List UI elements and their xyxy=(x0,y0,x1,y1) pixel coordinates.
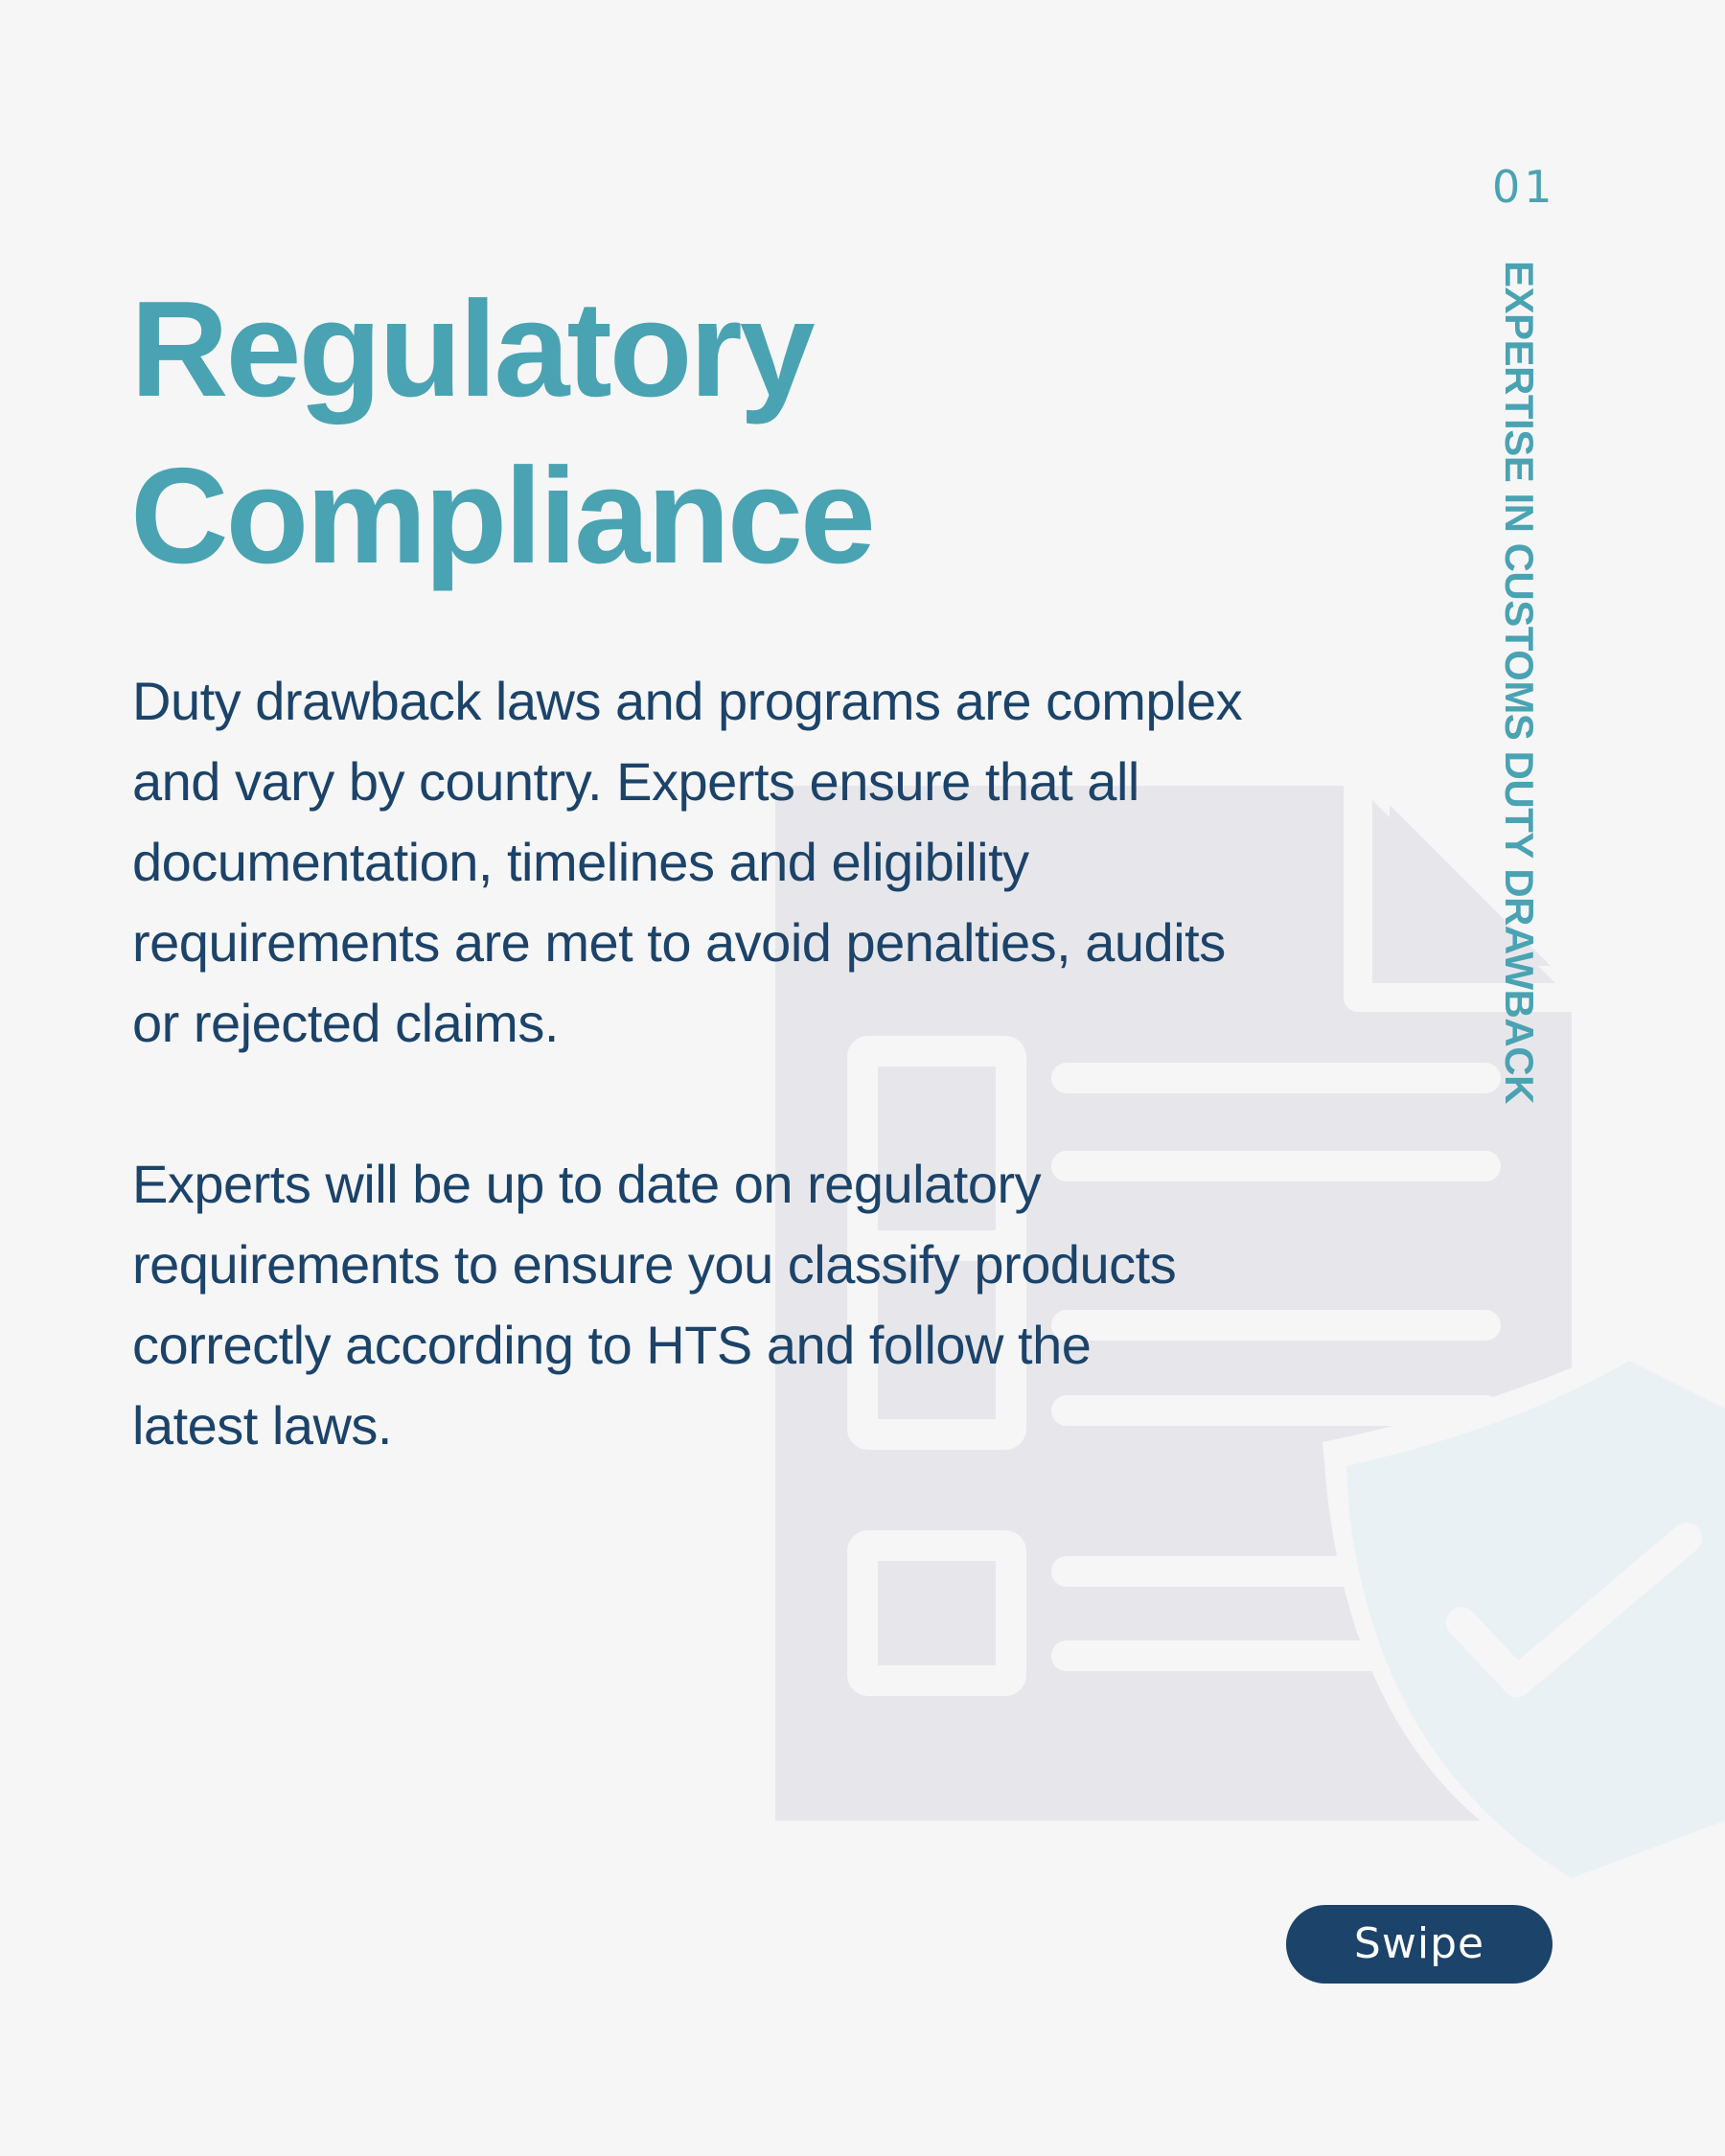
vertical-section-label: EXPERTISE IN CUSTOMS DUTY DRAWBACK xyxy=(1497,261,1542,1104)
paragraph-line: correctly according to HTS and follow th… xyxy=(132,1315,1092,1375)
swipe-button[interactable]: Swipe xyxy=(1286,1905,1552,1984)
paragraph-line: latest laws. xyxy=(132,1395,393,1456)
paragraph-line: requirements are met to avoid penalties,… xyxy=(132,912,1226,973)
paragraph-line: documentation, timelines and eligibility xyxy=(132,832,1029,892)
paragraph-line: or rejected claims. xyxy=(132,993,559,1053)
paragraph-line: and vary by country. Experts ensure that… xyxy=(132,751,1139,812)
paragraph-line: Experts will be up to date on regulatory xyxy=(132,1154,1042,1214)
paragraph-regulatory: Experts will be up to date on regulatory… xyxy=(132,1144,1378,1466)
paragraph-duty-drawback: Duty drawback laws and programs are comp… xyxy=(132,661,1378,1064)
paragraph-line: requirements to ensure you classify prod… xyxy=(132,1234,1177,1295)
paragraph-line: Duty drawback laws and programs are comp… xyxy=(132,671,1243,731)
body-text: Duty drawback laws and programs are comp… xyxy=(132,661,1378,1547)
page-number: 01 xyxy=(1492,161,1556,213)
title-line: Compliance xyxy=(130,440,876,592)
title-line: Regulatory xyxy=(130,273,816,425)
page-title: Regulatory Compliance xyxy=(130,266,993,600)
